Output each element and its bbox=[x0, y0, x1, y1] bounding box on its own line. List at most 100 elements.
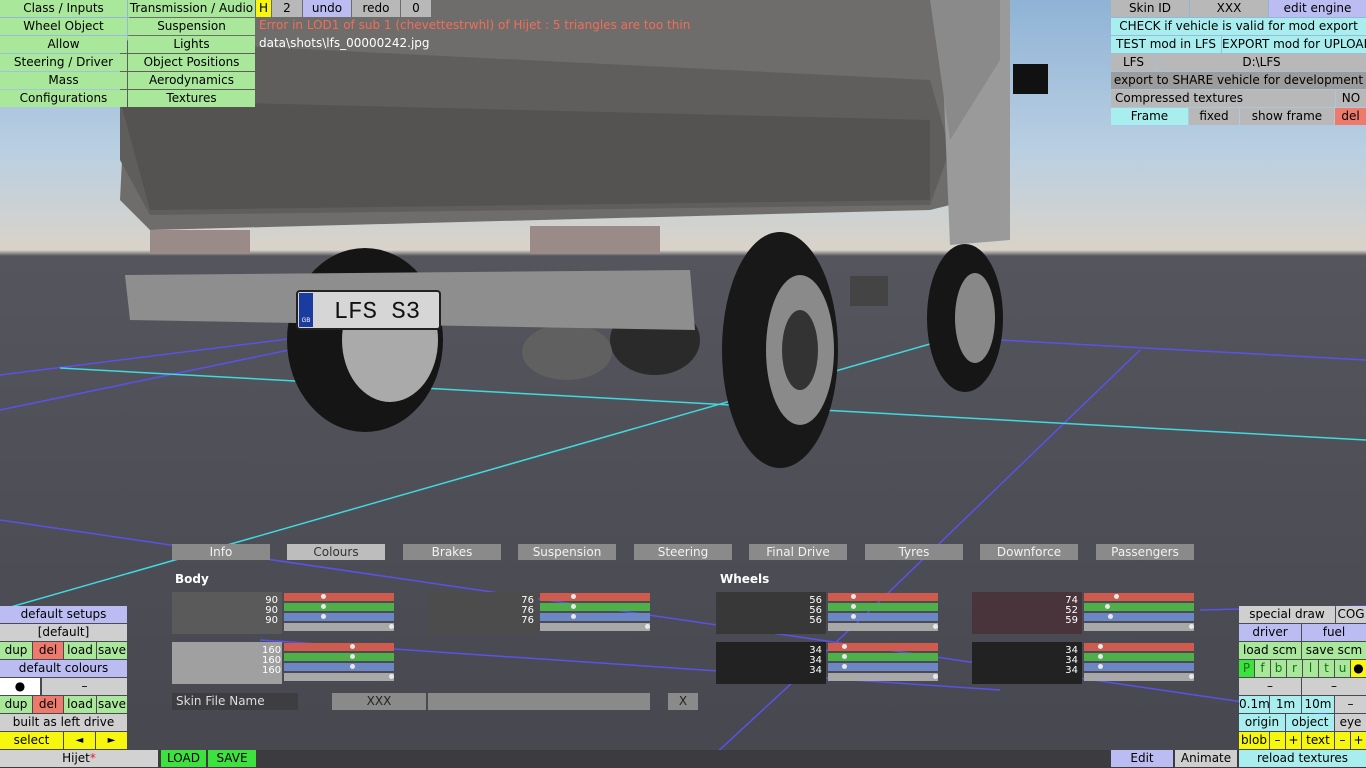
blob-minus-button[interactable]: – bbox=[1270, 732, 1285, 749]
draw-flag-r[interactable]: r bbox=[1287, 660, 1302, 677]
menu-mass[interactable]: Mass bbox=[0, 72, 127, 89]
slider-knob[interactable] bbox=[350, 664, 355, 669]
colour-slider-red[interactable] bbox=[540, 593, 650, 601]
animate-mode-button[interactable]: Animate bbox=[1175, 750, 1237, 767]
colour-slider-green[interactable] bbox=[1084, 653, 1194, 661]
draw-flag-P[interactable]: P bbox=[1239, 660, 1254, 677]
colour-slider-blue[interactable] bbox=[284, 663, 394, 671]
menu-allow[interactable]: Allow bbox=[0, 36, 127, 53]
colour-slider-red[interactable] bbox=[284, 593, 394, 601]
default-setup-name[interactable]: [default] bbox=[0, 624, 127, 641]
slider-knob[interactable] bbox=[571, 614, 576, 619]
tab-final-drive[interactable]: Final Drive bbox=[749, 544, 847, 560]
redo-count-button[interactable]: 0 bbox=[401, 0, 431, 17]
colour-slider-blue[interactable] bbox=[284, 613, 394, 621]
skin-file-value[interactable]: XXX bbox=[332, 693, 426, 710]
colours-load-button[interactable]: load bbox=[64, 696, 96, 713]
tab-info[interactable]: Info bbox=[172, 544, 270, 560]
fuel-button[interactable]: fuel bbox=[1302, 624, 1366, 641]
colour-slider-blue[interactable] bbox=[1084, 613, 1194, 621]
slider-knob[interactable] bbox=[350, 644, 355, 649]
lfs-path[interactable]: D:\LFS bbox=[1157, 54, 1366, 71]
colour-slider-red[interactable] bbox=[1084, 593, 1194, 601]
colour-slider-red[interactable] bbox=[828, 593, 938, 601]
step-01m-button[interactable]: 0.1m bbox=[1239, 696, 1269, 713]
menu-transmission-audio[interactable]: Transmission / Audio bbox=[128, 0, 255, 17]
draw-flag-●[interactable]: ● bbox=[1351, 660, 1366, 677]
colour-slider-blue[interactable] bbox=[828, 663, 938, 671]
default-setups-button[interactable]: default setups bbox=[0, 606, 127, 623]
default-colours-button[interactable]: default colours bbox=[0, 660, 127, 677]
text-minus-button[interactable]: – bbox=[1335, 732, 1350, 749]
colour-slider-blue[interactable] bbox=[1084, 663, 1194, 671]
slider-knob[interactable] bbox=[842, 644, 847, 649]
menu-object-positions[interactable]: Object Positions bbox=[128, 54, 255, 71]
show-frame-button[interactable]: show frame bbox=[1240, 108, 1334, 125]
colour-slider-red[interactable] bbox=[284, 643, 394, 651]
menu-lights[interactable]: Lights bbox=[128, 36, 255, 53]
slider-knob[interactable] bbox=[1114, 594, 1119, 599]
menu-wheel-object[interactable]: Wheel Object bbox=[0, 18, 127, 35]
colour-slider-green[interactable] bbox=[284, 603, 394, 611]
slider-knob[interactable] bbox=[571, 604, 576, 609]
save-scm-button[interactable]: save scm bbox=[1302, 642, 1366, 659]
tab-suspension[interactable]: Suspension bbox=[518, 544, 616, 560]
slider-knob[interactable] bbox=[842, 654, 847, 659]
slider-knob[interactable] bbox=[571, 594, 576, 599]
prev-arrow-button[interactable]: ◄ bbox=[64, 732, 95, 749]
delete-frame-button[interactable]: del bbox=[1335, 108, 1366, 125]
slider-knob[interactable] bbox=[851, 604, 856, 609]
slider-knob[interactable] bbox=[321, 604, 326, 609]
colour-dot-button[interactable]: ● bbox=[0, 678, 40, 695]
colour-slider-red[interactable] bbox=[828, 643, 938, 651]
colour-slider-alpha[interactable] bbox=[284, 673, 394, 681]
edit-engine-button[interactable]: edit engine bbox=[1269, 0, 1366, 17]
built-left-drive-toggle[interactable]: built as left drive bbox=[0, 714, 127, 731]
slider-knob[interactable] bbox=[1189, 624, 1194, 629]
slider-knob[interactable] bbox=[321, 594, 326, 599]
export-share-button[interactable]: export to SHARE vehicle for development bbox=[1111, 72, 1366, 89]
draw-flag-l[interactable]: l bbox=[1303, 660, 1318, 677]
frame-button[interactable]: Frame bbox=[1111, 108, 1188, 125]
colour-slider-alpha[interactable] bbox=[828, 673, 938, 681]
slider-knob[interactable] bbox=[1189, 674, 1194, 679]
colour-slider-alpha[interactable] bbox=[540, 623, 650, 631]
colour-slider-red[interactable] bbox=[1084, 643, 1194, 651]
menu-configurations[interactable]: Configurations bbox=[0, 90, 127, 107]
next-arrow-button[interactable]: ► bbox=[96, 732, 127, 749]
tab-tyres[interactable]: Tyres bbox=[865, 544, 963, 560]
step-10m-button[interactable]: 10m bbox=[1302, 696, 1334, 713]
colour-slider-alpha[interactable] bbox=[284, 623, 394, 631]
colour-slider-green[interactable] bbox=[540, 603, 650, 611]
setup-save-button[interactable]: save bbox=[97, 642, 127, 659]
driver-button[interactable]: driver bbox=[1239, 624, 1301, 641]
colour-slider-green[interactable] bbox=[1084, 603, 1194, 611]
setup-del-button[interactable]: del bbox=[33, 642, 63, 659]
reload-textures-button[interactable]: reload textures bbox=[1239, 750, 1366, 767]
slider-knob[interactable] bbox=[933, 624, 938, 629]
slider-knob[interactable] bbox=[389, 624, 394, 629]
menu-suspension[interactable]: Suspension bbox=[128, 18, 255, 35]
text-plus-button[interactable]: + bbox=[1351, 732, 1366, 749]
cog-button[interactable]: COG bbox=[1336, 606, 1366, 623]
fixed-button[interactable]: fixed bbox=[1189, 108, 1239, 125]
colours-del-button[interactable]: del bbox=[33, 696, 63, 713]
tab-downforce[interactable]: Downforce bbox=[980, 544, 1078, 560]
tab-passengers[interactable]: Passengers bbox=[1096, 544, 1194, 560]
colour-dash-button[interactable]: – bbox=[42, 678, 127, 695]
menu-class-inputs[interactable]: Class / Inputs bbox=[0, 0, 127, 17]
slider-knob[interactable] bbox=[842, 664, 847, 669]
colour-slider-blue[interactable] bbox=[828, 613, 938, 621]
slider-knob[interactable] bbox=[1105, 604, 1110, 609]
load-vehicle-button[interactable]: LOAD bbox=[161, 750, 206, 767]
undo-button[interactable]: undo bbox=[303, 0, 351, 17]
colours-dup-button[interactable]: dup bbox=[0, 696, 32, 713]
eye-button[interactable]: eye bbox=[1335, 714, 1366, 731]
menu-textures[interactable]: Textures bbox=[128, 90, 255, 107]
check-valid-button[interactable]: CHECK if vehicle is valid for mod export bbox=[1111, 18, 1366, 35]
skin-id-value[interactable]: XXX bbox=[1190, 0, 1268, 17]
h-toggle-button[interactable]: H bbox=[256, 0, 271, 17]
slider-knob[interactable] bbox=[1098, 664, 1103, 669]
menu-steering-driver[interactable]: Steering / Driver bbox=[0, 54, 127, 71]
tab-steering[interactable]: Steering bbox=[634, 544, 732, 560]
